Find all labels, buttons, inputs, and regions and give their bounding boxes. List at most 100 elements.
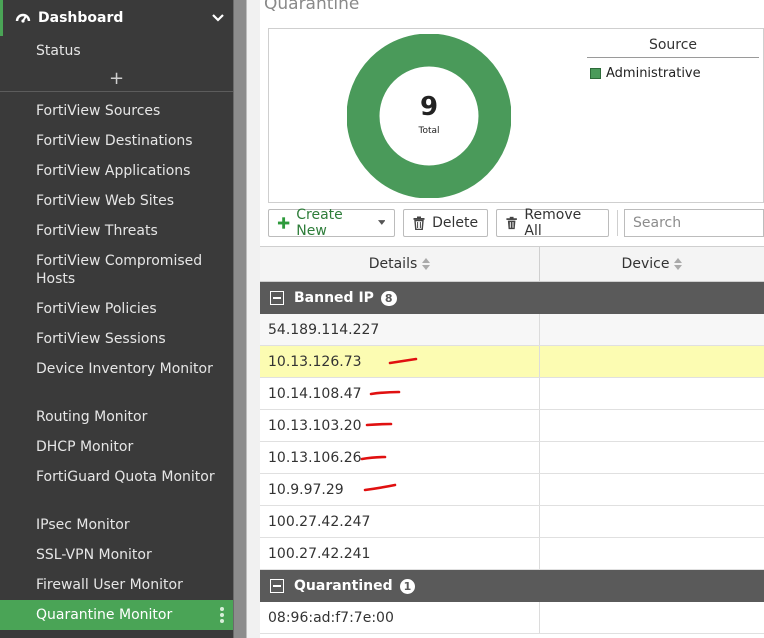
group-name: Banned IP [294, 290, 374, 306]
cell-details: 10.9.97.29 [260, 474, 540, 505]
trash-icon [413, 216, 425, 230]
sidebar-item-fortiview-sessions[interactable]: FortiView Sessions [0, 324, 233, 354]
group-header-banned-ip[interactable]: Banned IP 8 [260, 282, 764, 314]
sidebar-item-fortiview-sources[interactable]: FortiView Sources [0, 96, 233, 126]
cell-device [540, 410, 764, 441]
sort-icon [674, 258, 683, 270]
red-annotation-mark [363, 483, 397, 492]
chevron-down-icon[interactable] [211, 11, 225, 25]
sidebar-item-device-inventory-monitor[interactable]: Device Inventory Monitor [0, 354, 233, 402]
dashboard-icon [15, 13, 31, 23]
legend-title: Source [587, 37, 759, 58]
page-title: Quarantine [264, 0, 360, 14]
more-options-icon[interactable] [220, 607, 224, 623]
cell-details: 10.13.106.26 [260, 442, 540, 473]
cell-details: 08:96:ad:f7:7e:00 [260, 602, 540, 633]
sidebar-item-dhcp-monitor[interactable]: DHCP Monitor [0, 432, 233, 462]
legend-swatch [590, 68, 601, 79]
cell-details: 100.27.42.247 [260, 506, 540, 537]
sort-icon [422, 258, 431, 270]
sidebar-item-firewall-user-monitor[interactable]: Firewall User Monitor [0, 570, 233, 600]
column-header-details[interactable]: Details [260, 247, 540, 281]
table-row[interactable]: 08:96:ad:f7:7e:00 [260, 602, 764, 634]
group-count-badge: 8 [380, 290, 397, 306]
sidebar-item-routing-monitor[interactable]: Routing Monitor [0, 402, 233, 432]
group-name: Quarantined [294, 578, 393, 594]
sidebar-item-fortiview-web-sites[interactable]: FortiView Web Sites [0, 186, 233, 216]
sidebar-item-fortiguard-quota-monitor[interactable]: FortiGuard Quota Monitor [0, 462, 233, 510]
quarantine-table: Details Device Banned IP 8 54.189.114.22… [260, 246, 764, 634]
sidebar-item-ipsec-monitor[interactable]: IPsec Monitor [0, 510, 233, 540]
content-left-border [246, 0, 260, 638]
toolbar-divider [617, 210, 618, 236]
donut-total-count: 9 [419, 92, 439, 122]
cell-details-text: 10.14.108.47 [268, 385, 362, 402]
cell-device [540, 378, 764, 409]
trash-icon [506, 216, 517, 230]
red-annotation-mark [360, 455, 387, 461]
sidebar-item-status[interactable]: Status [0, 36, 233, 66]
cell-device [540, 314, 764, 345]
sidebar-item-quarantine-monitor[interactable]: Quarantine Monitor [0, 600, 233, 630]
caret-down-icon [377, 220, 386, 225]
cell-details: 10.13.103.20 [260, 410, 540, 441]
search-input[interactable] [624, 209, 764, 237]
cell-device [540, 442, 764, 473]
donut-total-label: Total [418, 126, 440, 136]
remove-all-button[interactable]: Remove All [496, 207, 610, 239]
delete-label: Delete [432, 215, 479, 231]
cell-details-text: 10.13.126.73 [268, 353, 362, 370]
remove-all-label: Remove All [524, 207, 582, 239]
table-row[interactable]: 10.13.106.26 [260, 442, 764, 474]
column-header-device[interactable]: Device [540, 247, 764, 281]
sidebar-item-fortiview-threats[interactable]: FortiView Threats [0, 216, 233, 246]
sidebar-item-label: Quarantine Monitor [36, 607, 173, 623]
group-count-badge: 1 [399, 578, 416, 594]
cell-details-text: 10.13.103.20 [268, 417, 362, 434]
column-header-label: Details [368, 256, 418, 272]
cell-device [540, 538, 764, 569]
cell-device [540, 506, 764, 537]
plus-icon [277, 217, 290, 229]
sidebar-header-dashboard[interactable]: Dashboard [0, 0, 233, 36]
table-row[interactable]: 10.14.108.47 [260, 378, 764, 410]
sidebar-item-fortiview-policies[interactable]: FortiView Policies [0, 294, 233, 324]
donut-chart: 9 Total [346, 33, 512, 199]
cell-details: 10.13.126.73 [260, 346, 540, 377]
main-content: Quarantine 9 Total Source Administrative… [260, 0, 764, 638]
red-annotation-mark [369, 390, 401, 396]
sidebar: Dashboard Status + FortiView Sources For… [0, 0, 233, 638]
cell-details: 54.189.114.227 [260, 314, 540, 345]
group-header-quarantined[interactable]: Quarantined 1 [260, 570, 764, 602]
cell-details: 100.27.42.241 [260, 538, 540, 569]
toolbar: Create New Delete Remove All [268, 207, 764, 239]
delete-button[interactable]: Delete [403, 209, 489, 237]
table-row[interactable]: 54.189.114.227 [260, 314, 764, 346]
cell-device [540, 474, 764, 505]
cell-details-text: 10.9.97.29 [268, 481, 344, 498]
cell-device [540, 602, 764, 633]
red-annotation-mark [388, 357, 418, 365]
collapse-icon[interactable] [270, 291, 284, 305]
cell-details-text: 10.13.106.26 [268, 449, 362, 466]
sidebar-header-title: Dashboard [38, 10, 124, 26]
table-row[interactable]: 100.27.42.247 [260, 506, 764, 538]
chart-legend: Source Administrative [587, 37, 759, 81]
quarantine-summary-widget: 9 Total Source Administrative [268, 28, 764, 203]
table-row[interactable]: 10.13.103.20 [260, 410, 764, 442]
cell-details: 10.14.108.47 [260, 378, 540, 409]
sidebar-item-fortiview-applications[interactable]: FortiView Applications [0, 156, 233, 186]
red-annotation-mark [365, 422, 393, 427]
add-dashboard-button[interactable]: + [0, 66, 233, 92]
sidebar-item-forticlient-monitor[interactable]: FortiClient Monitor [0, 630, 233, 638]
sidebar-item-fortiview-destinations[interactable]: FortiView Destinations [0, 126, 233, 156]
legend-item-administrative[interactable]: Administrative [587, 66, 759, 81]
table-row[interactable]: 10.9.97.29 [260, 474, 764, 506]
create-new-button[interactable]: Create New [268, 207, 396, 239]
table-row[interactable]: 10.13.126.73 [260, 346, 764, 378]
table-row[interactable]: 100.27.42.241 [260, 538, 764, 570]
sidebar-item-ssl-vpn-monitor[interactable]: SSL-VPN Monitor [0, 540, 233, 570]
collapse-icon[interactable] [270, 579, 284, 593]
sidebar-item-fortiview-compromised-hosts[interactable]: FortiView Compromised Hosts [0, 246, 233, 294]
column-header-label: Device [621, 256, 670, 272]
